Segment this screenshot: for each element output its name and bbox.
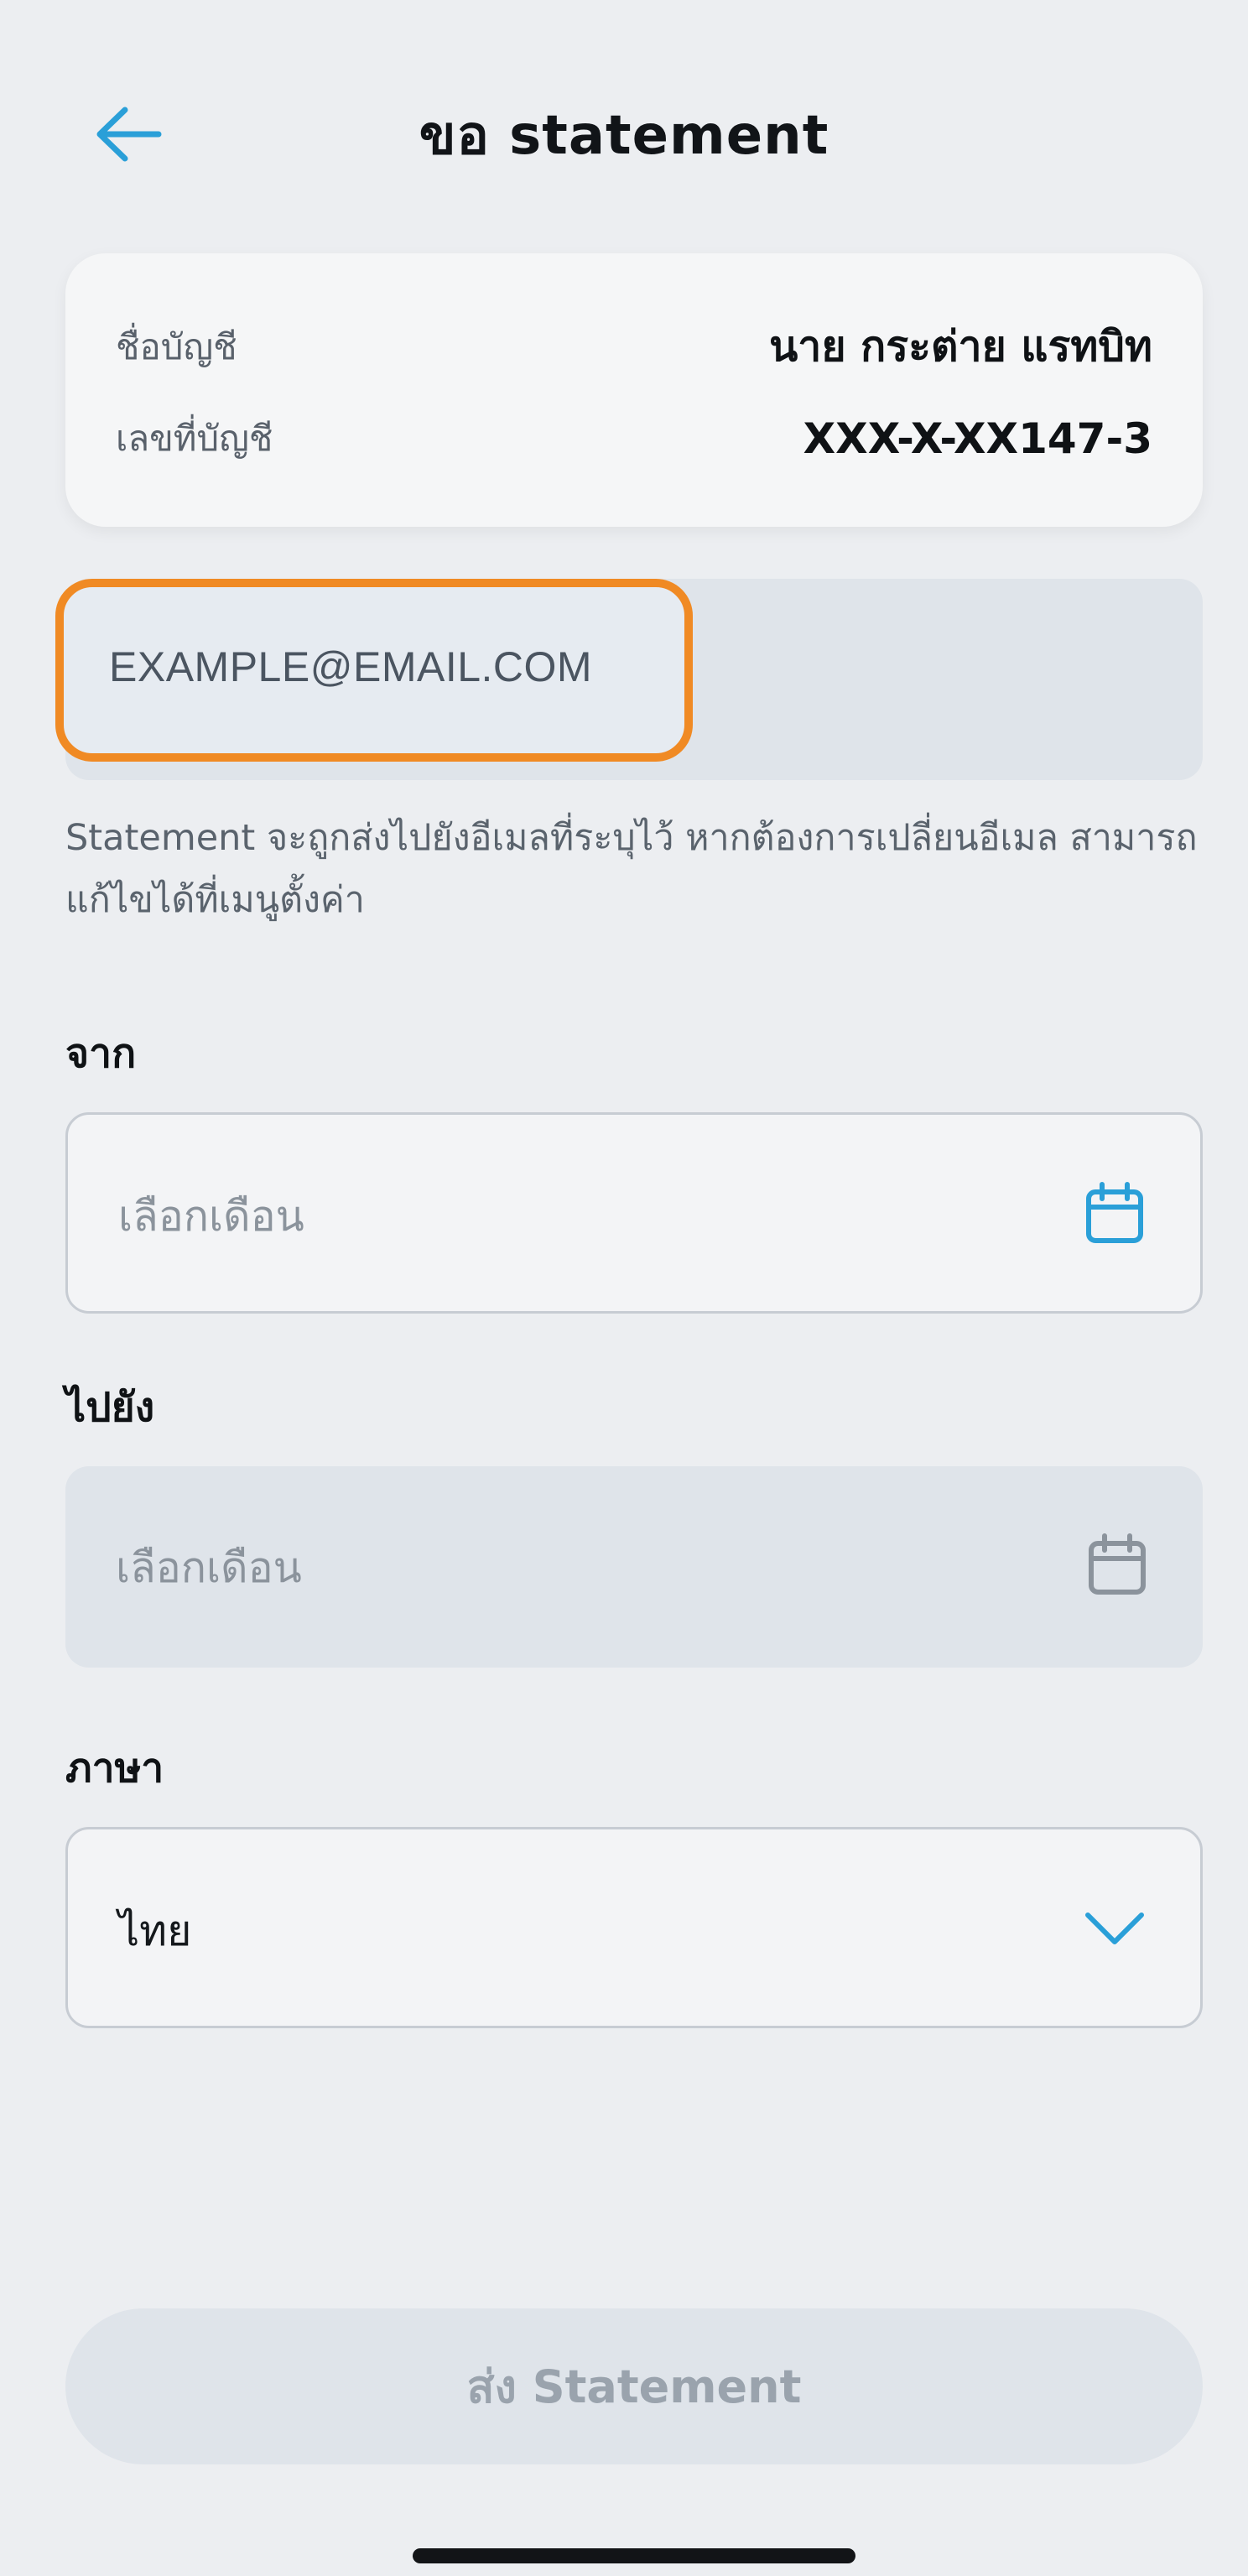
language-label: ภาษา bbox=[65, 1745, 164, 1792]
from-label: จาก bbox=[65, 1030, 137, 1077]
account-card: ชื่อบัญชี นาย กระต่าย แรทบิท เลขที่บัญชี… bbox=[65, 253, 1203, 527]
from-month-picker[interactable]: เลือกเดือน bbox=[65, 1112, 1203, 1314]
page-title: ขอ statement bbox=[419, 105, 829, 167]
to-month-picker[interactable]: เลือกเดือน bbox=[65, 1466, 1203, 1668]
send-statement-button[interactable]: ส่ง Statement bbox=[65, 2308, 1203, 2464]
email-highlight-frame: EXAMPLE@EMAIL.COM bbox=[55, 579, 693, 762]
account-name-label: ชื่อบัญชี bbox=[116, 325, 237, 367]
language-select[interactable]: ไทย bbox=[65, 1827, 1203, 2028]
account-number-label: เลขที่บัญชี bbox=[116, 418, 273, 459]
account-number-value: XXX-X-XX147-3 bbox=[803, 414, 1152, 463]
email-field: EXAMPLE@EMAIL.COM bbox=[55, 579, 1203, 780]
account-name-value: นาย กระต่าย แรทบิท bbox=[769, 322, 1152, 371]
to-label: ไปยัง bbox=[65, 1384, 155, 1431]
calendar-icon bbox=[1081, 1180, 1148, 1247]
from-placeholder: เลือกเดือน bbox=[118, 1192, 304, 1241]
calendar-icon bbox=[1084, 1532, 1151, 1599]
email-value: EXAMPLE@EMAIL.COM bbox=[109, 643, 593, 690]
account-name-row: ชื่อบัญชี นาย กระต่าย แรทบิท bbox=[116, 314, 1152, 380]
language-selected-value: ไทย bbox=[118, 1907, 192, 1955]
chevron-down-icon bbox=[1081, 1895, 1148, 1962]
to-placeholder: เลือกเดือน bbox=[116, 1543, 302, 1592]
account-number-row: เลขที่บัญชี XXX-X-XX147-3 bbox=[116, 411, 1152, 466]
statement-request-screen: ขอ statement ชื่อบัญชี นาย กระต่าย แรทบิ… bbox=[0, 0, 1248, 2576]
email-hint-text: Statement จะถูกส่งไปยังอีเมลที่ระบุไว้ ห… bbox=[65, 817, 1198, 921]
home-indicator bbox=[413, 2548, 855, 2563]
